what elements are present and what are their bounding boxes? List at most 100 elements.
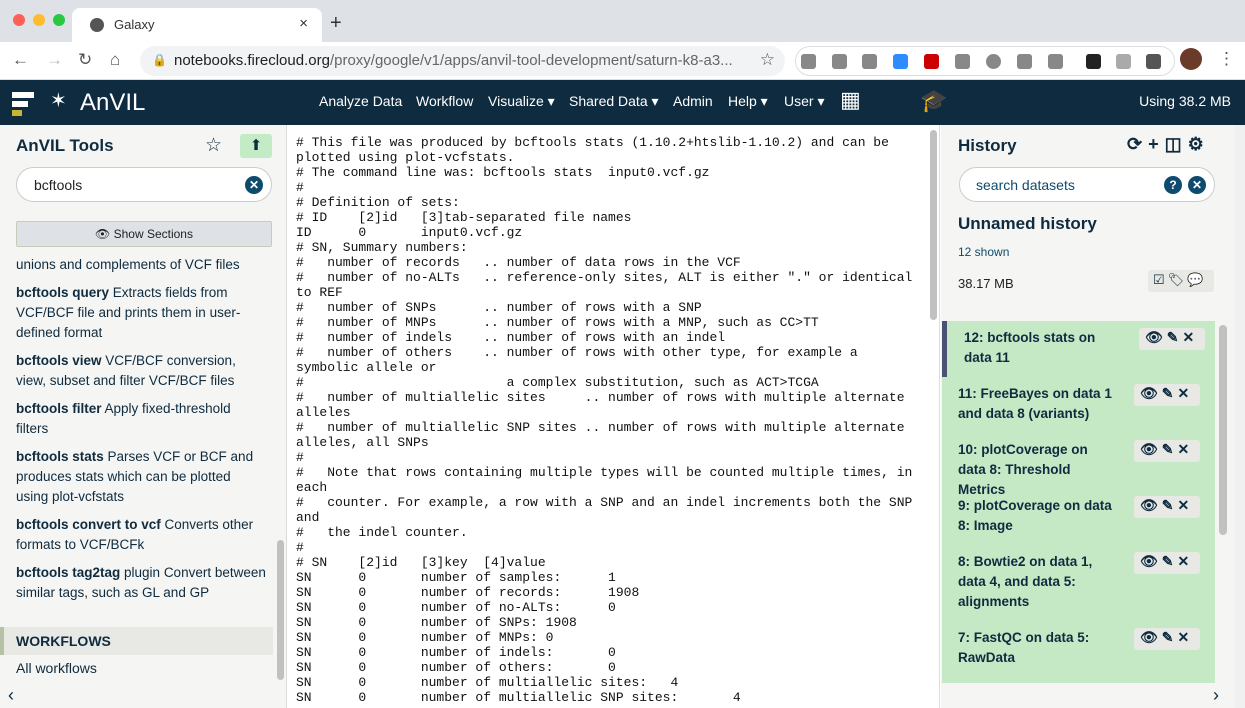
tool-search-input[interactable]: bcftools ✕ xyxy=(16,167,272,202)
pencil-icon[interactable]: ✎ xyxy=(1162,629,1178,645)
menu-workflow[interactable]: Workflow xyxy=(416,93,473,109)
history-search-input[interactable]: search datasets ? ✕ xyxy=(959,167,1215,202)
close-tab-icon[interactable]: × xyxy=(299,15,308,32)
pencil-icon[interactable]: ✎ xyxy=(1162,441,1178,457)
bookmark-star-icon[interactable]: ☆ xyxy=(760,50,775,70)
help-icon[interactable]: ? xyxy=(1164,176,1182,194)
apps-grid-icon[interactable]: ▦ xyxy=(840,89,861,111)
eye-icon[interactable]: 👁 xyxy=(1140,441,1162,457)
refresh-icon[interactable]: ⟳ xyxy=(1127,134,1148,154)
browser-menu-icon[interactable]: ⋮ xyxy=(1218,49,1235,69)
home-icon[interactable]: ⌂ xyxy=(110,50,120,70)
section-workflows[interactable]: WORKFLOWS xyxy=(0,627,273,655)
expand-right-panel-icon[interactable]: › xyxy=(1213,685,1219,706)
maximize-window-button[interactable] xyxy=(53,14,65,26)
clear-search-icon[interactable]: ✕ xyxy=(245,176,263,194)
gear-icon[interactable]: ⚙ xyxy=(1188,134,1210,154)
extension-icon[interactable] xyxy=(1017,54,1032,69)
menu-visualize[interactable]: Visualize ▾ xyxy=(488,93,555,110)
tool-panel-scrollbar[interactable] xyxy=(277,540,284,680)
minimize-window-button[interactable] xyxy=(33,14,45,26)
history-dataset-item[interactable]: 7: FastQC on data 5: RawData 👁✎✕ xyxy=(942,621,1215,677)
extension-icon[interactable] xyxy=(862,54,877,69)
delete-x-icon[interactable]: ✕ xyxy=(1178,497,1194,513)
history-scrollbar[interactable] xyxy=(1219,325,1227,535)
new-tab-button[interactable]: + xyxy=(330,12,342,35)
browser-tab-bar: Galaxy × + xyxy=(0,0,1245,42)
delete-x-icon[interactable]: ✕ xyxy=(1178,385,1194,401)
columns-icon[interactable]: ◫ xyxy=(1165,134,1188,154)
back-icon[interactable]: ← xyxy=(12,50,29,70)
url-input[interactable]: 🔒 notebooks.firecloud.org/proxy/google/v… xyxy=(140,46,785,76)
history-name[interactable]: Unnamed history xyxy=(958,214,1097,234)
eye-icon[interactable]: 👁 xyxy=(1140,629,1162,645)
tags-icon[interactable]: 🏷 xyxy=(1168,272,1188,287)
content-line: alleles xyxy=(296,405,351,420)
history-dataset-item[interactable]: 8: Bowtie2 on data 1, data 4, and data 5… xyxy=(942,545,1215,621)
menu-user[interactable]: User ▾ xyxy=(784,93,824,110)
extension-icon[interactable] xyxy=(1048,54,1063,69)
menu-analyze-data[interactable]: Analyze Data xyxy=(319,93,402,109)
tool-name: bcftools query xyxy=(16,285,110,300)
eye-icon[interactable]: 👁 xyxy=(1140,553,1162,569)
tool-item[interactable]: unions and complements of VCF files xyxy=(16,255,266,275)
favorites-star-icon[interactable]: ☆ xyxy=(205,134,222,157)
eye-icon[interactable]: 👁 xyxy=(1140,497,1162,513)
browser-tab[interactable]: Galaxy × xyxy=(72,8,322,42)
forward-icon[interactable]: → xyxy=(46,50,63,70)
history-dataset-item[interactable]: 10: plotCoverage on data 8: Threshold Me… xyxy=(942,433,1215,497)
dataset-title[interactable]: 12: bcftools stats on data 11 xyxy=(964,328,1124,368)
drive-extension-icon[interactable] xyxy=(832,54,847,69)
github-extension-icon[interactable] xyxy=(1086,54,1101,69)
select-checkbox-icon[interactable]: ☑ xyxy=(1153,272,1168,287)
delete-x-icon[interactable]: ✕ xyxy=(1183,329,1199,345)
profile-avatar[interactable] xyxy=(1180,48,1202,70)
dataset-title[interactable]: 9: plotCoverage on data 8: Image xyxy=(958,496,1118,536)
close-window-button[interactable] xyxy=(13,14,25,26)
all-workflows-link[interactable]: All workflows xyxy=(16,660,97,676)
shown-count-link[interactable]: 12 shown xyxy=(958,245,1009,259)
show-sections-button[interactable]: 👁 Show Sections xyxy=(16,221,272,247)
history-dataset-item[interactable]: 9: plotCoverage on data 8: Image 👁✎✕ xyxy=(942,489,1215,545)
delete-x-icon[interactable]: ✕ xyxy=(1178,441,1194,457)
tool-item-bcftools-tag2tag[interactable]: bcftools tag2tag plugin Convert between … xyxy=(16,563,266,603)
history-dataset-item[interactable]: 11: FreeBayes on data 1 and data 8 (vari… xyxy=(942,377,1215,433)
zoom-extension-icon[interactable] xyxy=(893,54,908,69)
menu-shared-data[interactable]: Shared Data ▾ xyxy=(569,93,659,110)
tool-item-bcftools-filter[interactable]: bcftools filter Apply fixed-threshold fi… xyxy=(16,399,266,439)
extension-icon[interactable] xyxy=(986,54,1001,69)
tool-item-bcftools-convert[interactable]: bcftools convert to vcf Converts other f… xyxy=(16,515,266,555)
delete-x-icon[interactable]: ✕ xyxy=(1178,629,1194,645)
pencil-icon[interactable]: ✎ xyxy=(1162,385,1178,401)
extension-icon[interactable] xyxy=(955,54,970,69)
tool-item-bcftools-view[interactable]: bcftools view VCF/BCF conversion, view, … xyxy=(16,351,266,391)
clear-search-icon[interactable]: ✕ xyxy=(1188,176,1206,194)
eye-icon[interactable]: 👁 xyxy=(1145,329,1167,345)
pencil-icon[interactable]: ✎ xyxy=(1162,553,1178,569)
pencil-icon[interactable]: ✎ xyxy=(1167,329,1183,345)
center-scrollbar[interactable] xyxy=(930,130,937,320)
dataset-title[interactable]: 8: Bowtie2 on data 1, data 4, and data 5… xyxy=(958,552,1118,612)
extension-icon[interactable] xyxy=(801,54,816,69)
graduation-cap-icon[interactable]: 🎓 xyxy=(920,88,947,114)
plus-icon[interactable]: + xyxy=(1148,134,1165,154)
dataset-title[interactable]: 11: FreeBayes on data 1 and data 8 (vari… xyxy=(958,384,1118,424)
tool-item-bcftools-stats[interactable]: bcftools stats Parses VCF or BCF and pro… xyxy=(16,447,266,507)
extension-icon[interactable] xyxy=(924,54,939,69)
page-scrollbar[interactable] xyxy=(1235,125,1245,708)
menu-help[interactable]: Help ▾ xyxy=(728,93,768,110)
collapse-left-panel-icon[interactable]: ‹ xyxy=(8,685,14,706)
tool-item-bcftools-query[interactable]: bcftools query Extracts fields from VCF/… xyxy=(16,283,266,343)
extension-icon[interactable] xyxy=(1116,54,1131,69)
content-line: # SN, Summary numbers: xyxy=(296,240,468,255)
puzzle-icon[interactable] xyxy=(1146,54,1161,69)
reload-icon[interactable]: ↻ xyxy=(78,50,92,70)
pencil-icon[interactable]: ✎ xyxy=(1162,497,1178,513)
eye-icon[interactable]: 👁 xyxy=(1140,385,1162,401)
delete-x-icon[interactable]: ✕ xyxy=(1178,553,1194,569)
annotation-comment-icon[interactable]: 💬 xyxy=(1187,272,1206,287)
history-dataset-item[interactable]: 12: bcftools stats on data 11 👁✎✕ xyxy=(942,321,1215,377)
dataset-title[interactable]: 7: FastQC on data 5: RawData xyxy=(958,628,1118,668)
upload-button[interactable]: ⬆ xyxy=(240,134,272,158)
menu-admin[interactable]: Admin xyxy=(673,93,713,109)
